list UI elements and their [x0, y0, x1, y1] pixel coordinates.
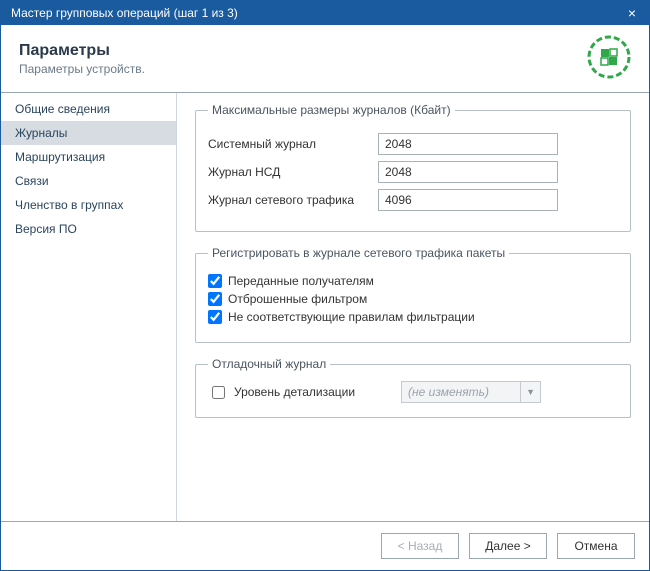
sidebar-item-label: Маршрутизация: [15, 150, 105, 164]
sidebar-item-version[interactable]: Версия ПО: [1, 217, 176, 241]
sidebar-item-general[interactable]: Общие сведения: [1, 97, 176, 121]
group-debug-log: Отладочный журнал Уровень детализации ▼: [195, 357, 631, 418]
group-legend: Максимальные размеры журналов (Кбайт): [208, 103, 455, 117]
traffic-log-input[interactable]: [378, 189, 558, 211]
nomatch-label: Не соответствующие правилам фильтрации: [228, 310, 475, 324]
nsd-log-label: Журнал НСД: [208, 165, 378, 179]
sidebar-item-label: Версия ПО: [15, 222, 77, 236]
header-text: Параметры Параметры устройств.: [19, 42, 145, 76]
dialog-window: Мастер групповых операций (шаг 1 из 3) ×…: [0, 0, 650, 571]
row-dropped: Отброшенные фильтром: [208, 292, 618, 306]
window-title: Мастер групповых операций (шаг 1 из 3): [11, 6, 238, 20]
sidebar-item-label: Журналы: [15, 126, 67, 140]
sidebar-item-routing[interactable]: Маршрутизация: [1, 145, 176, 169]
debug-level-label: Уровень детализации: [234, 385, 355, 399]
row-system-log: Системный журнал: [208, 133, 618, 155]
system-log-input[interactable]: [378, 133, 558, 155]
wizard-icon: [587, 35, 631, 82]
delivered-checkbox[interactable]: [208, 274, 222, 288]
header: Параметры Параметры устройств.: [1, 25, 649, 93]
sidebar-item-label: Связи: [15, 174, 49, 188]
page-subtitle: Параметры устройств.: [19, 62, 145, 76]
titlebar: Мастер групповых операций (шаг 1 из 3) ×: [1, 1, 649, 25]
cancel-button[interactable]: Отмена: [557, 533, 635, 559]
sidebar-item-label: Членство в группах: [15, 198, 123, 212]
sidebar-item-links[interactable]: Связи: [1, 169, 176, 193]
traffic-log-label: Журнал сетевого трафика: [208, 193, 378, 207]
row-debug-level: Уровень детализации ▼: [208, 381, 618, 403]
chevron-down-icon: ▼: [521, 381, 541, 403]
footer: < Назад Далее > Отмена: [1, 522, 649, 570]
body: Общие сведения Журналы Маршрутизация Свя…: [1, 93, 649, 522]
back-button: < Назад: [381, 533, 459, 559]
sidebar-item-logs[interactable]: Журналы: [1, 121, 176, 145]
delivered-label: Переданные получателям: [228, 274, 374, 288]
row-traffic-log: Журнал сетевого трафика: [208, 189, 618, 211]
nsd-log-input[interactable]: [378, 161, 558, 183]
sidebar-item-label: Общие сведения: [15, 102, 110, 116]
group-register-packets: Регистрировать в журнале сетевого трафик…: [195, 246, 631, 343]
page-title: Параметры: [19, 42, 145, 60]
debug-level-checkbox[interactable]: [212, 386, 225, 399]
dropped-checkbox[interactable]: [208, 292, 222, 306]
system-log-label: Системный журнал: [208, 137, 378, 151]
group-legend: Регистрировать в журнале сетевого трафик…: [208, 246, 509, 260]
sidebar: Общие сведения Журналы Маршрутизация Свя…: [1, 93, 177, 521]
nomatch-checkbox[interactable]: [208, 310, 222, 324]
content: Максимальные размеры журналов (Кбайт) Си…: [177, 93, 649, 521]
close-icon[interactable]: ×: [615, 1, 649, 25]
debug-level-combo: ▼: [401, 381, 541, 403]
group-legend: Отладочный журнал: [208, 357, 330, 371]
row-nomatch: Не соответствующие правилам фильтрации: [208, 310, 618, 324]
dropped-label: Отброшенные фильтром: [228, 292, 367, 306]
group-max-log-sizes: Максимальные размеры журналов (Кбайт) Си…: [195, 103, 631, 232]
row-delivered: Переданные получателям: [208, 274, 618, 288]
debug-level-value: [401, 381, 521, 403]
sidebar-item-groups[interactable]: Членство в группах: [1, 193, 176, 217]
next-button[interactable]: Далее >: [469, 533, 547, 559]
row-nsd-log: Журнал НСД: [208, 161, 618, 183]
